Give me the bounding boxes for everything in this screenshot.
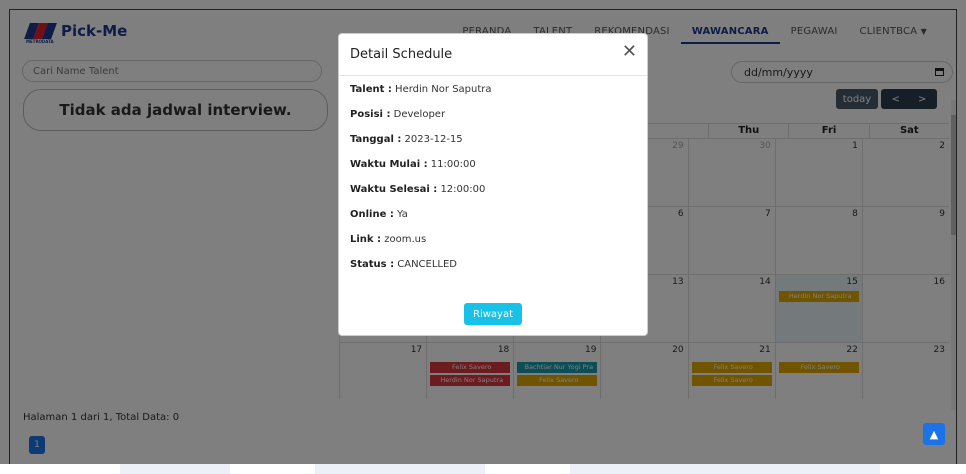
detail-row-talent: Talent : Herdin Nor Saputra — [350, 84, 492, 95]
modal-body: Talent : Herdin Nor Saputra Posisi : Dev… — [339, 76, 647, 292]
scroll-top-button[interactable]: ▲ — [923, 423, 945, 445]
close-icon[interactable]: ✕ — [622, 43, 637, 61]
detail-row-link: Link : zoom.us — [350, 234, 427, 245]
detail-row-online: Online : Ya — [350, 209, 408, 220]
riwayat-button[interactable]: Riwayat — [464, 303, 522, 325]
modal-header: Detail Schedule ✕ — [339, 34, 647, 76]
detail-row-posisi: Posisi : Developer — [350, 109, 446, 120]
detail-row-status: Status : CANCELLED — [350, 259, 458, 270]
chevron-up-icon: ▲ — [929, 427, 939, 441]
modal-title: Detail Schedule — [350, 47, 453, 62]
bottom-strip — [0, 464, 966, 474]
detail-row-waktu-selesai: Waktu Selesai : 12:00:00 — [350, 184, 486, 195]
detail-row-tanggal: Tanggal : 2023-12-15 — [350, 134, 463, 145]
detail-schedule-modal: Detail Schedule ✕ Talent : Herdin Nor Sa… — [338, 33, 648, 336]
detail-row-waktu-mulai: Waktu Mulai : 11:00:00 — [350, 159, 476, 170]
modal-footer: Riwayat — [339, 303, 647, 325]
